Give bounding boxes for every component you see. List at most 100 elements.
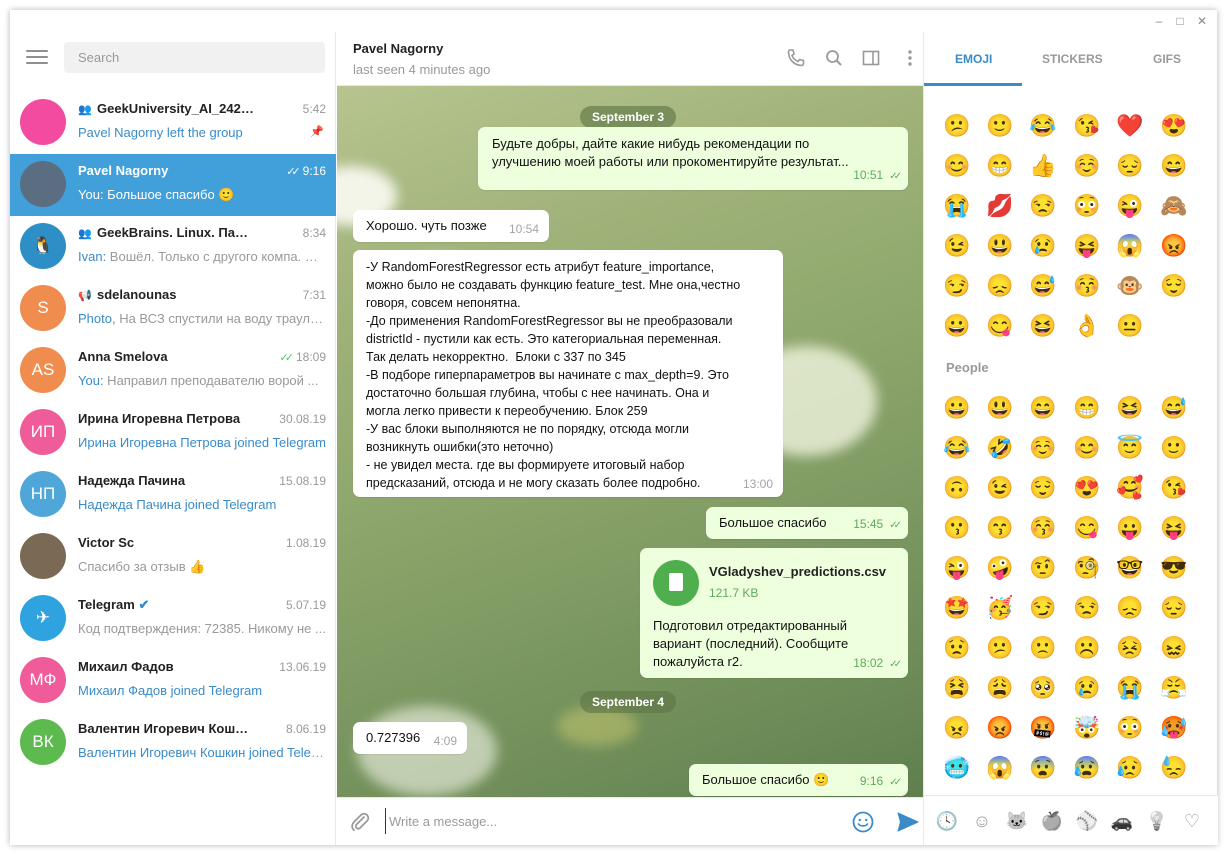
emoji-item[interactable]: 😅 bbox=[1159, 393, 1189, 423]
tab-stickers[interactable]: STICKERS bbox=[1042, 52, 1103, 66]
emoji-item[interactable]: 🙃 bbox=[942, 473, 972, 503]
message-bubble-outgoing[interactable]: Большое спасибо 15:45 ✓✓ bbox=[706, 507, 908, 539]
message-input[interactable] bbox=[385, 808, 825, 834]
emoji-item[interactable]: 😜 bbox=[942, 553, 972, 583]
bulb-icon[interactable]: 💡 bbox=[1144, 808, 1170, 834]
emoji-item[interactable]: 😠 bbox=[942, 713, 972, 743]
message-bubble-incoming[interactable]: Хорошо. чуть позже 10:54 bbox=[353, 210, 549, 242]
emoji-item[interactable]: 😚 bbox=[1072, 271, 1102, 301]
search-icon[interactable] bbox=[823, 48, 845, 70]
sidebar-toggle-icon[interactable] bbox=[860, 48, 882, 70]
file-message-bubble[interactable]: VGladyshev_predictions.csv 121.7 KB Подг… bbox=[640, 548, 908, 678]
recent-icon[interactable]: 🕓 bbox=[934, 808, 960, 834]
tab-gifs[interactable]: GIFS bbox=[1153, 52, 1181, 66]
emoji-item[interactable]: 😃 bbox=[985, 393, 1015, 423]
emoji-item[interactable]: 😁 bbox=[1072, 393, 1102, 423]
emoji-item[interactable]: 👌 bbox=[1072, 311, 1102, 341]
emoji-item[interactable]: 😍 bbox=[1072, 473, 1102, 503]
emoji-item[interactable]: 😘 bbox=[1159, 473, 1189, 503]
message-bubble-outgoing[interactable]: Будьте добры, дайте какие нибудь рекомен… bbox=[478, 127, 908, 190]
message-bubble-outgoing[interactable]: Большое спасибо 🙂 9:16 ✓✓ bbox=[689, 764, 908, 796]
emoji-item[interactable]: 😥 bbox=[1115, 753, 1145, 783]
emoji-item[interactable]: 😓 bbox=[1159, 753, 1189, 783]
chat-list-item[interactable]: НП Надежда Пачина 15.08.19 Надежда Пачина j… bbox=[10, 464, 336, 526]
emoji-item[interactable]: 😂 bbox=[942, 433, 972, 463]
emoji-item[interactable]: 😊 bbox=[942, 151, 972, 181]
emoji-item[interactable]: 😳 bbox=[1072, 191, 1102, 221]
chat-list-item[interactable]: ✈ Telegram ✔ 5.07.19 Код подтверждения: 723… bbox=[10, 588, 336, 650]
emoji-item[interactable]: 🐵 bbox=[1115, 271, 1145, 301]
emoji-item[interactable]: 🙂 bbox=[1159, 433, 1189, 463]
chat-list-item[interactable]: ВК Валентин Игоревич Кошкин 8.06.19 Валенти… bbox=[10, 712, 336, 774]
emoji-item[interactable]: 🥳 bbox=[985, 593, 1015, 623]
emoji-item[interactable]: 😕 bbox=[942, 111, 972, 141]
message-bubble-incoming[interactable]: 0.727396 4:09 bbox=[353, 722, 467, 754]
phone-icon[interactable] bbox=[785, 48, 807, 70]
emoji-item[interactable]: 😇 bbox=[1115, 433, 1145, 463]
emoji-item[interactable]: 😡 bbox=[1159, 231, 1189, 261]
emoji-item[interactable]: 😛 bbox=[1115, 513, 1145, 543]
emoji-item[interactable]: 🥰 bbox=[1115, 473, 1145, 503]
emoji-item[interactable]: 😄 bbox=[1159, 151, 1189, 181]
emoji-item[interactable]: 😭 bbox=[942, 191, 972, 221]
peer-name[interactable]: Pavel Nagorny bbox=[353, 41, 443, 56]
file-download-icon[interactable] bbox=[653, 560, 699, 606]
emoji-smile-icon[interactable] bbox=[851, 810, 875, 834]
emoji-item[interactable]: 😒 bbox=[1072, 593, 1102, 623]
emoji-item[interactable]: ☺️ bbox=[1072, 151, 1102, 181]
emoji-item[interactable]: 😍 bbox=[1159, 111, 1189, 141]
chat-list-item[interactable]: S 📢 sdelanounas 7:31 Photo, На ВСЗ спустили … bbox=[10, 278, 336, 340]
emoji-item[interactable]: 😜 bbox=[1115, 191, 1145, 221]
search-input[interactable] bbox=[64, 42, 325, 73]
emoji-item[interactable]: 😏 bbox=[942, 271, 972, 301]
emoji-item[interactable]: 😀 bbox=[942, 311, 972, 341]
minimize-button[interactable]: – bbox=[1150, 13, 1168, 29]
emoji-item[interactable]: 😤 bbox=[1159, 673, 1189, 703]
emoji-item[interactable]: 😐 bbox=[1115, 311, 1145, 341]
emoji-item[interactable]: 😡 bbox=[985, 713, 1015, 743]
chat-list-item[interactable]: Victor Sc 1.08.19 Спасибо за отзыв 👍 bbox=[10, 526, 336, 588]
tab-emoji[interactable]: EMOJI bbox=[955, 52, 992, 66]
emoji-item[interactable]: 😒 bbox=[1028, 191, 1058, 221]
message-bubble-incoming[interactable]: -У RandomForestRegressor есть атрибут fe… bbox=[353, 250, 783, 497]
emoji-item[interactable]: ❤️ bbox=[1115, 111, 1145, 141]
emoji-item[interactable]: 💋 bbox=[985, 191, 1015, 221]
emoji-item[interactable]: 😢 bbox=[1072, 673, 1102, 703]
emoji-item[interactable]: 😊 bbox=[1072, 433, 1102, 463]
emoji-item[interactable]: 😔 bbox=[1159, 593, 1189, 623]
emoji-item[interactable]: 😳 bbox=[1115, 713, 1145, 743]
emoji-item[interactable]: 🙁 bbox=[1028, 633, 1058, 663]
emoji-item[interactable]: 🥺 bbox=[1028, 673, 1058, 703]
chat-list-item[interactable]: МФ Михаил Фадов 13.06.19 Михаил Фадов joine… bbox=[10, 650, 336, 712]
hamburger-menu-icon[interactable] bbox=[26, 50, 48, 66]
emoji-item[interactable]: 😕 bbox=[985, 633, 1015, 663]
emoji-item[interactable]: 😗 bbox=[942, 513, 972, 543]
heart-icon[interactable]: ♡ bbox=[1179, 808, 1205, 834]
emoji-item[interactable]: ☺️ bbox=[1028, 433, 1058, 463]
emoji-item[interactable]: 😖 bbox=[1159, 633, 1189, 663]
emoji-item[interactable]: 🧐 bbox=[1072, 553, 1102, 583]
maximize-button[interactable]: □ bbox=[1171, 13, 1189, 29]
emoji-item[interactable]: 😭 bbox=[1115, 673, 1145, 703]
emoji-item[interactable]: 🤓 bbox=[1115, 553, 1145, 583]
emoji-item[interactable]: 😅 bbox=[1028, 271, 1058, 301]
emoji-item[interactable]: 😏 bbox=[1028, 593, 1058, 623]
emoji-item[interactable]: 😢 bbox=[1028, 231, 1058, 261]
emoji-item[interactable]: 😀 bbox=[942, 393, 972, 423]
emoji-item[interactable]: 🥶 bbox=[942, 753, 972, 783]
emoji-item[interactable]: 😄 bbox=[1028, 393, 1058, 423]
close-button[interactable]: ✕ bbox=[1193, 13, 1211, 29]
emoji-item[interactable]: 😣 bbox=[1115, 633, 1145, 663]
file-name[interactable]: VGladyshev_predictions.csv bbox=[709, 563, 886, 581]
apple-icon[interactable]: 🍏 bbox=[1039, 808, 1065, 834]
emoji-item[interactable]: 🥵 bbox=[1159, 713, 1189, 743]
cat-icon[interactable]: 🐱 bbox=[1004, 808, 1030, 834]
emoji-item[interactable]: 😟 bbox=[942, 633, 972, 663]
emoji-item[interactable]: 😁 bbox=[985, 151, 1015, 181]
emoji-item[interactable]: 🙈 bbox=[1159, 191, 1189, 221]
emoji-item[interactable]: 🤯 bbox=[1072, 713, 1102, 743]
emoji-item[interactable]: 😱 bbox=[985, 753, 1015, 783]
ball-icon[interactable]: ⚾ bbox=[1074, 808, 1100, 834]
emoji-item[interactable]: 😩 bbox=[985, 673, 1015, 703]
emoji-item[interactable]: 😉 bbox=[985, 473, 1015, 503]
